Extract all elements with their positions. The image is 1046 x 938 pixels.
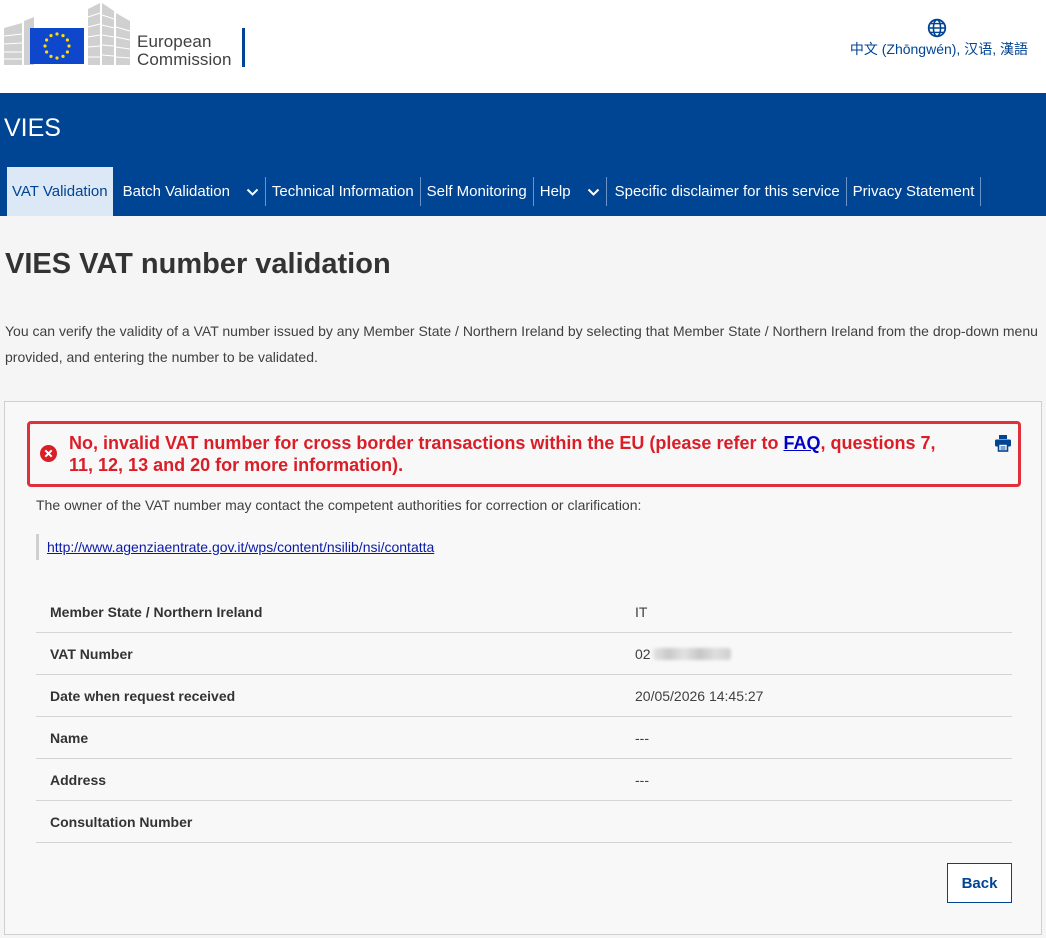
nav-item-label: Technical Information	[271, 183, 414, 200]
site-header: European Commission 中文 (Zhōngwén), 汉语, 漢…	[0, 0, 1046, 93]
nav-item-technical-information[interactable]: Technical Information	[266, 177, 421, 206]
validation-details-table: Member State / Northern Ireland IT VAT N…	[36, 591, 1012, 843]
detail-label: Date when request received	[50, 688, 236, 704]
detail-row-request-date: Date when request received 20/05/2026 14…	[36, 675, 1012, 717]
nav-item-label: Help	[539, 183, 571, 200]
faq-link[interactable]: FAQ	[783, 433, 820, 453]
detail-row-member-state: Member State / Northern Ireland IT	[36, 591, 1012, 633]
error-alert: No, invalid VAT number for cross border …	[27, 421, 1021, 487]
detail-value: IT	[635, 604, 648, 620]
nav-item-vat-validation[interactable]: VAT Validation	[7, 167, 113, 216]
nav-item-label: Batch Validation	[122, 183, 230, 200]
detail-value: ---	[635, 730, 649, 746]
result-panel: No, invalid VAT number for cross border …	[4, 401, 1042, 935]
contact-link-block: http://www.agenziaentrate.gov.it/wps/con…	[36, 534, 434, 560]
detail-value: ---	[635, 772, 649, 788]
detail-value: 20/05/2026 14:45:27	[635, 688, 764, 704]
nav-item-privacy-statement[interactable]: Privacy Statement	[847, 177, 982, 206]
detail-value-wrap: 02	[635, 646, 731, 662]
nav-item-self-monitoring[interactable]: Self Monitoring	[421, 177, 534, 206]
owner-note: The owner of the VAT number may contact …	[36, 497, 642, 513]
error-circle-icon	[40, 445, 57, 462]
ec-logo-graphic	[4, 3, 131, 65]
nav-item-label: Privacy Statement	[852, 183, 975, 200]
ec-logo-text: European Commission	[137, 33, 232, 69]
detail-label: Address	[50, 772, 107, 788]
detail-row-consultation-number: Consultation Number	[36, 801, 1012, 843]
language-label[interactable]: 中文 (Zhōngwén), 汉语, 漢語	[850, 39, 1028, 59]
detail-label: Name	[50, 730, 89, 746]
ec-logo-text-line2: Commission	[137, 50, 232, 69]
ec-logo-text-line1: European	[137, 32, 212, 51]
site-banner: VIES VAT Validation Batch Validation Tec…	[0, 93, 1046, 216]
ec-logo-divider	[242, 28, 245, 67]
detail-label: Member State / Northern Ireland	[50, 604, 263, 620]
print-icon[interactable]	[994, 434, 1012, 452]
nav-item-specific-disclaimer[interactable]: Specific disclaimer for this service	[607, 177, 847, 206]
nav-item-label: Specific disclaimer for this service	[614, 183, 840, 200]
nav-item-help[interactable]: Help	[534, 177, 607, 206]
back-button[interactable]: Back	[947, 863, 1012, 903]
main-navigation: VAT Validation Batch Validation Technica…	[7, 167, 982, 216]
european-commission-logo[interactable]: European Commission	[4, 3, 245, 69]
detail-row-name: Name ---	[36, 717, 1012, 759]
nav-item-label: VAT Validation	[12, 183, 108, 200]
error-message-part1: No, invalid VAT number for cross border …	[69, 433, 784, 453]
language-switcher[interactable]: 中文 (Zhōngwén), 汉语, 漢語	[850, 18, 1028, 59]
detail-label: Consultation Number	[50, 814, 193, 830]
error-message: No, invalid VAT number for cross border …	[69, 432, 949, 476]
detail-row-vat-number: VAT Number 02	[36, 633, 1012, 675]
detail-label: VAT Number	[50, 646, 133, 662]
intro-text: You can verify the validity of a VAT num…	[5, 323, 1038, 365]
competent-authority-link[interactable]: http://www.agenziaentrate.gov.it/wps/con…	[47, 539, 434, 555]
nav-item-label: Self Monitoring	[426, 183, 527, 200]
detail-value: 02	[635, 646, 651, 662]
chevron-down-icon[interactable]	[587, 188, 600, 196]
chevron-down-icon[interactable]	[246, 188, 259, 196]
redacted-vat-digits	[652, 648, 731, 660]
site-name[interactable]: VIES	[4, 114, 61, 143]
globe-icon	[927, 18, 947, 38]
detail-row-address: Address ---	[36, 759, 1012, 801]
nav-item-batch-validation[interactable]: Batch Validation	[117, 177, 266, 206]
page-title: VIES VAT number validation	[5, 248, 391, 280]
